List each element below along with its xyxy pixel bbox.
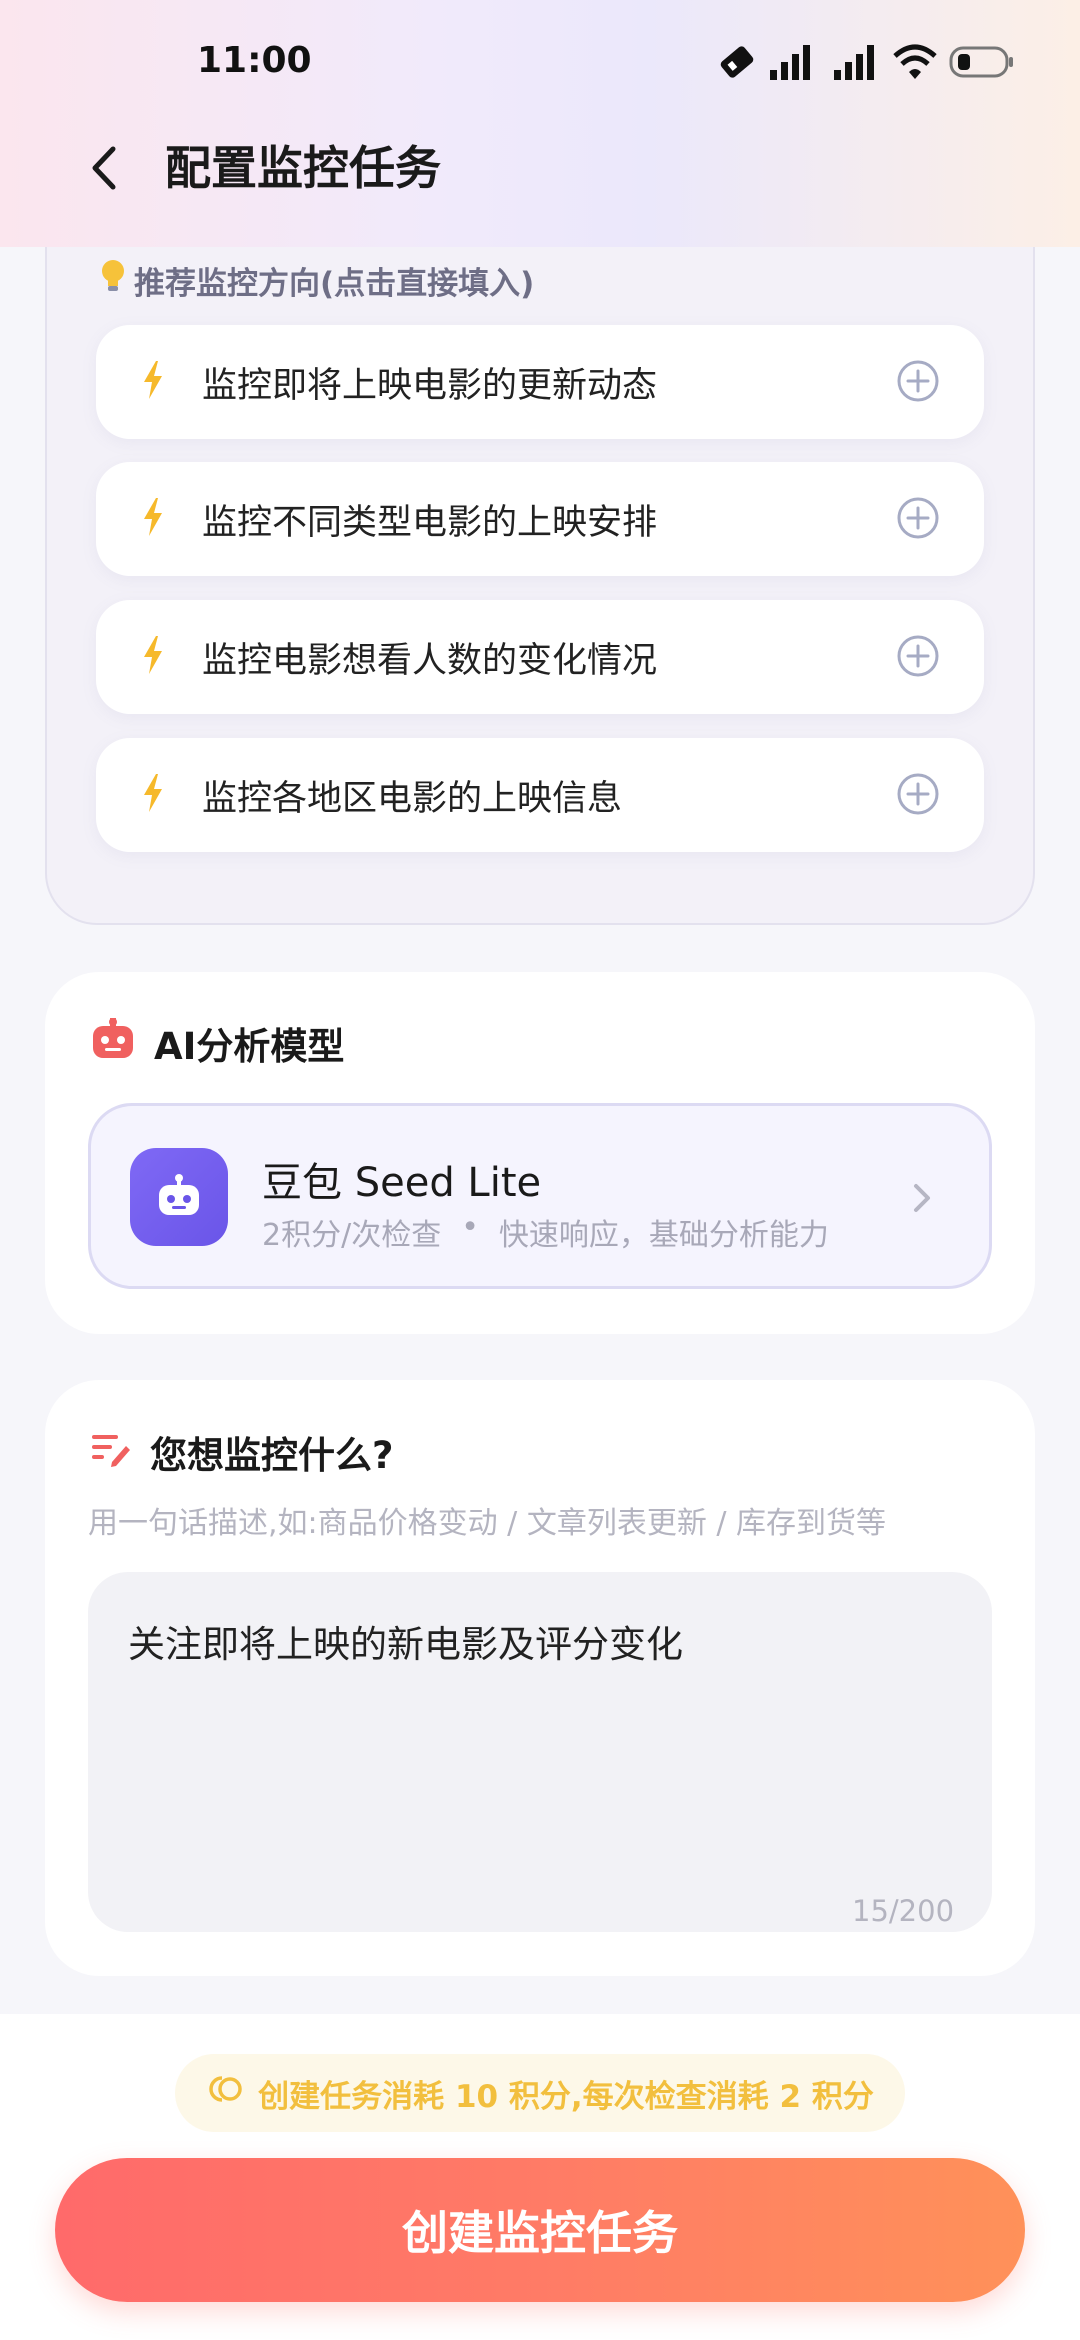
suggestion-item[interactable]: 监控即将上映电影的更新动态 — [96, 325, 984, 439]
app-header: 11:00 配置监控任务 — [0, 0, 1080, 247]
model-separator: • — [461, 1210, 479, 1245]
model-description: 2积分/次检查 • 快速响应，基础分析能力 — [262, 1210, 829, 1254]
create-task-button[interactable]: 创建监控任务 — [55, 2158, 1025, 2302]
model-capability: 快速响应，基础分析能力 — [498, 1218, 829, 1253]
status-icons — [716, 38, 1016, 86]
monitor-heading: 您想监控什么? — [90, 1426, 393, 1478]
wifi-icon — [892, 42, 938, 82]
edit-list-icon — [90, 1428, 132, 1477]
add-circle-icon[interactable] — [896, 359, 940, 407]
suggestion-item[interactable]: 监控不同类型电影的上映安排 — [96, 462, 984, 576]
suggestions-heading-label: 推荐监控方向(点击直接填入) — [134, 265, 535, 302]
monitor-heading-label: 您想监控什么? — [150, 1434, 394, 1477]
signal-icon-2 — [832, 42, 882, 82]
lightning-icon — [142, 636, 164, 678]
model-avatar — [130, 1148, 228, 1246]
chevron-right-icon — [912, 1182, 932, 1218]
status-time: 11:00 — [197, 40, 312, 81]
model-heading-label: AI分析模型 — [154, 1025, 345, 1068]
model-name: 豆包 Seed Lite — [262, 1160, 542, 1206]
robot-icon — [159, 1174, 199, 1215]
suggestions-heading: 推荐监控方向(点击直接填入) — [100, 258, 534, 302]
page-title: 配置监控任务 — [165, 141, 441, 195]
coin-icon — [206, 2074, 246, 2112]
model-cost: 2积分/次检查 — [262, 1218, 442, 1253]
add-circle-icon[interactable] — [896, 772, 940, 820]
lightning-icon — [142, 498, 164, 540]
monitor-hint: 用一句话描述,如:商品价格变动 / 文章列表更新 / 库存到货等 — [88, 1506, 887, 1541]
lightning-icon — [142, 361, 164, 403]
add-circle-icon[interactable] — [896, 496, 940, 544]
monitor-input-value[interactable]: 关注即将上映的新电影及评分变化 — [128, 1614, 683, 1668]
battery-icon — [948, 42, 1016, 82]
robot-icon — [90, 1017, 136, 1069]
cost-notice-text: 创建任务消耗 10 积分,每次检查消耗 2 积分 — [258, 2078, 874, 2115]
chevron-left-icon — [92, 146, 116, 190]
nfc-icon — [716, 42, 758, 82]
model-heading: AI分析模型 — [90, 1017, 345, 1069]
lightbulb-icon — [100, 258, 126, 302]
suggestion-item[interactable]: 监控电影想看人数的变化情况 — [96, 600, 984, 714]
suggestion-label: 监控电影想看人数的变化情况 — [202, 640, 658, 681]
signal-icon — [768, 42, 822, 82]
add-circle-icon[interactable] — [896, 634, 940, 682]
cost-notice: 创建任务消耗 10 积分,每次检查消耗 2 积分 — [175, 2054, 905, 2132]
suggestion-label: 监控即将上映电影的更新动态 — [202, 365, 658, 406]
suggestion-item[interactable]: 监控各地区电影的上映信息 — [96, 738, 984, 852]
suggestion-label: 监控不同类型电影的上映安排 — [202, 502, 658, 543]
back-button[interactable] — [80, 140, 128, 196]
suggestion-label: 监控各地区电影的上映信息 — [202, 778, 623, 819]
character-counter: 15/200 — [852, 1894, 955, 1928]
lightning-icon — [142, 774, 164, 816]
